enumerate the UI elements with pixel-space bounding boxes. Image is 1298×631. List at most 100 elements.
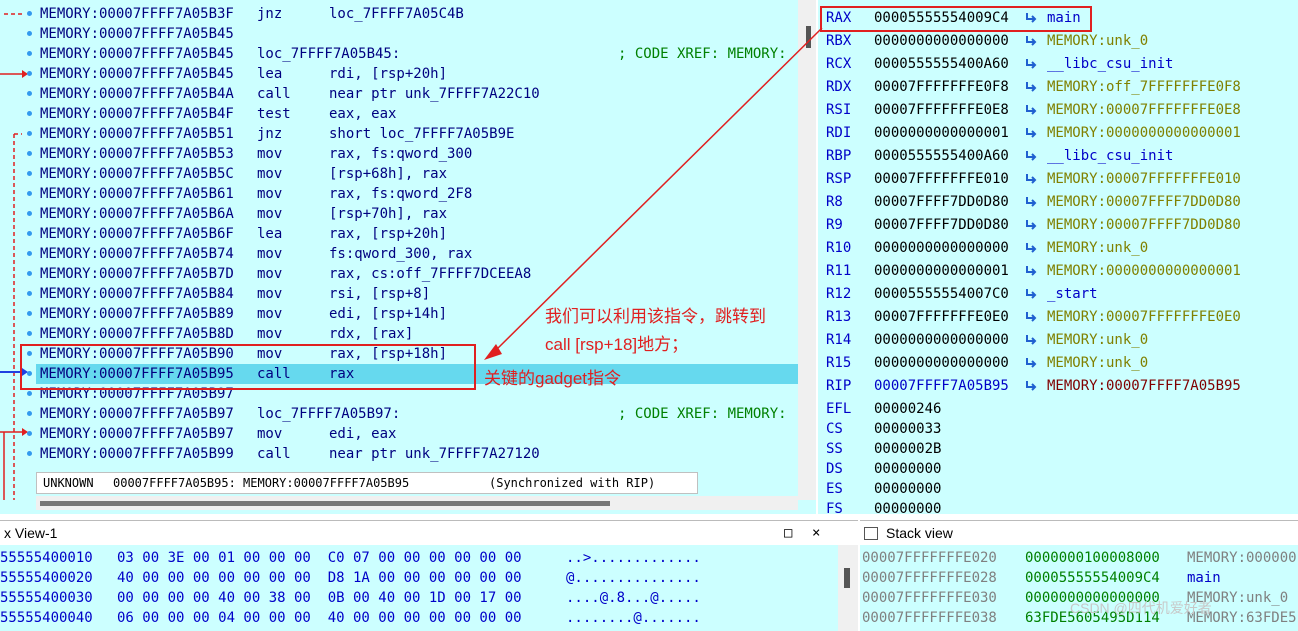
- instruction-operands[interactable]: edi, eax: [329, 424, 396, 444]
- instruction-operands[interactable]: [rsp+68h], rax: [329, 164, 447, 184]
- register-value[interactable]: 00005555554007C0: [874, 283, 1009, 306]
- register-row[interactable]: RSP 00007FFFFFFFE010 MEMORY:00007FFFFFFFE0…: [818, 168, 1298, 191]
- jump-arrow-icon[interactable]: [1025, 219, 1039, 231]
- hex-ascii[interactable]: ........@.......: [566, 608, 701, 628]
- disasm-line[interactable]: MEMORY:00007FFFF7A05B3F jnz loc_7FFFF7A05C…: [36, 4, 798, 24]
- register-reference[interactable]: MEMORY:00007FFFFFFFE0E0: [1047, 306, 1241, 329]
- register-row[interactable]: FS 00000000: [818, 498, 1298, 514]
- register-reference[interactable]: MEMORY:00007FFFFFFFE010: [1047, 168, 1241, 191]
- jump-arrow-icon[interactable]: [1025, 265, 1039, 277]
- disasm-line[interactable]: MEMORY:00007FFFF7A05B97 mov edi, eax: [36, 424, 798, 444]
- breakpoint-dot[interactable]: [27, 11, 32, 16]
- register-value[interactable]: 0000000000000000: [874, 329, 1009, 352]
- breakpoint-dot[interactable]: [27, 171, 32, 176]
- instruction-operands[interactable]: eax, eax: [329, 104, 396, 124]
- stack-list[interactable]: 00007FFFFFFFE020 0000000100008000 MEMORY:0…: [860, 545, 1298, 631]
- jump-arrow-icon[interactable]: [1025, 104, 1039, 116]
- register-row[interactable]: R8 00007FFFF7DD0D80 MEMORY:00007FFFF7DD0D8…: [818, 191, 1298, 214]
- register-row[interactable]: R10 0000000000000000 MEMORY:unk_0: [818, 237, 1298, 260]
- breakpoint-dot[interactable]: [27, 391, 32, 396]
- jump-arrow-icon[interactable]: [1025, 311, 1039, 323]
- register-value[interactable]: 00007FFFFFFFE0F8: [874, 76, 1009, 99]
- breakpoint-dot[interactable]: [27, 151, 32, 156]
- instruction-operands[interactable]: rsi, [rsp+8]: [329, 284, 430, 304]
- jump-arrow-icon[interactable]: [1025, 81, 1039, 93]
- disasm-line[interactable]: MEMORY:00007FFFF7A05B45 loc_7FFFF7A05B45:…: [36, 44, 798, 64]
- register-value[interactable]: 00007FFFF7A05B95: [874, 375, 1009, 398]
- disassembly-view[interactable]: MEMORY:00007FFFF7A05B3F jnz loc_7FFFF7A05C…: [0, 0, 816, 514]
- instruction-operands[interactable]: [rsp+70h], rax: [329, 204, 447, 224]
- disasm-line[interactable]: MEMORY:00007FFFF7A05B97 loc_7FFFF7A05B97:…: [36, 404, 798, 424]
- instruction-operands[interactable]: rdi, [rsp+20h]: [329, 64, 447, 84]
- register-reference[interactable]: MEMORY:unk_0: [1047, 352, 1148, 375]
- disasm-horizontal-scroll-thumb[interactable]: [40, 501, 610, 506]
- close-icon[interactable]: ×: [812, 521, 820, 545]
- jump-arrow-icon[interactable]: [1025, 288, 1039, 300]
- jump-arrow-icon[interactable]: [1025, 380, 1039, 392]
- instruction-operands[interactable]: loc_7FFFF7A05C4B: [329, 4, 464, 24]
- breakpoint-dot[interactable]: [27, 231, 32, 236]
- register-reference[interactable]: __libc_csu_init: [1047, 145, 1173, 168]
- instruction-operands[interactable]: short loc_7FFFF7A05B9E: [329, 124, 514, 144]
- register-row[interactable]: R12 00005555554007C0 _start: [818, 283, 1298, 306]
- register-reference[interactable]: MEMORY:off_7FFFFFFFE0F8: [1047, 76, 1241, 99]
- disasm-line[interactable]: MEMORY:00007FFFF7A05B84 mov rsi, [rsp+8]: [36, 284, 798, 304]
- disasm-line[interactable]: MEMORY:00007FFFF7A05B4A call near ptr unk_…: [36, 84, 798, 104]
- breakpoint-dot[interactable]: [27, 71, 32, 76]
- breakpoint-dot[interactable]: [27, 311, 32, 316]
- register-reference[interactable]: __libc_csu_init: [1047, 53, 1173, 76]
- instruction-operands[interactable]: rax, cs:off_7FFFF7DCEEA8: [329, 264, 531, 284]
- jump-arrow-icon[interactable]: [1025, 173, 1039, 185]
- instruction-operands[interactable]: rdx, [rax]: [329, 324, 413, 344]
- instruction-operands[interactable]: edi, [rsp+14h]: [329, 304, 447, 324]
- register-row[interactable]: RDX 00007FFFFFFFE0F8 MEMORY:off_7FFFFFFFE0…: [818, 76, 1298, 99]
- breakpoint-dot[interactable]: [27, 191, 32, 196]
- breakpoint-dot[interactable]: [27, 271, 32, 276]
- instruction-operands[interactable]: rax, fs:qword_300: [329, 144, 472, 164]
- register-value[interactable]: 0000555555400A60: [874, 53, 1009, 76]
- disasm-line[interactable]: MEMORY:00007FFFF7A05B61 mov rax, fs:qword_…: [36, 184, 798, 204]
- register-reference[interactable]: _start: [1047, 283, 1098, 306]
- disasm-line[interactable]: MEMORY:00007FFFF7A05B53 mov rax, fs:qword_…: [36, 144, 798, 164]
- instruction-operands[interactable]: rax, [rsp+20h]: [329, 224, 447, 244]
- registers-view[interactable]: RAX 00005555554009C4 main RBX 00000000000000…: [818, 0, 1298, 514]
- hex-vertical-scrollbar[interactable]: [838, 545, 858, 631]
- register-row[interactable]: RCX 0000555555400A60 __libc_csu_init: [818, 53, 1298, 76]
- restore-icon[interactable]: □: [784, 521, 792, 545]
- stack-reference[interactable]: MEMORY:000000: [1187, 548, 1297, 568]
- register-value[interactable]: 0000000000000000: [874, 30, 1009, 53]
- stack-reference[interactable]: main: [1187, 568, 1221, 588]
- register-value[interactable]: 0000555555400A60: [874, 145, 1009, 168]
- disasm-vertical-scrollbar[interactable]: [798, 0, 816, 500]
- jump-arrow-icon[interactable]: [1025, 242, 1039, 254]
- hex-ascii[interactable]: @...............: [566, 568, 701, 588]
- hex-ascii[interactable]: ..>.............: [566, 548, 701, 568]
- register-value[interactable]: 00007FFFFFFFE010: [874, 168, 1009, 191]
- register-row[interactable]: RDI 0000000000000001 MEMORY:00000000000000…: [818, 122, 1298, 145]
- register-row[interactable]: R9 00007FFFF7DD0D80 MEMORY:00007FFFF7DD0D8…: [818, 214, 1298, 237]
- disasm-line[interactable]: MEMORY:00007FFFF7A05B7D mov rax, cs:off_7F…: [36, 264, 798, 284]
- hex-bytes[interactable]: 03 00 3E 00 01 00 00 00 C0 07 00 00 00 0…: [117, 548, 522, 568]
- register-value[interactable]: 0000000000000001: [874, 260, 1009, 283]
- disasm-vertical-scroll-thumb[interactable]: [806, 26, 811, 48]
- breakpoint-dot[interactable]: [27, 331, 32, 336]
- disasm-line[interactable]: MEMORY:00007FFFF7A05B45 lea rdi, [rsp+20h]: [36, 64, 798, 84]
- instruction-operands[interactable]: rax, fs:qword_2F8: [329, 184, 472, 204]
- register-row[interactable]: RBP 0000555555400A60 __libc_csu_init: [818, 145, 1298, 168]
- stack-value[interactable]: 0000000100008000: [1025, 548, 1160, 568]
- register-reference[interactable]: MEMORY:00007FFFF7DD0D80: [1047, 214, 1241, 237]
- jump-arrow-icon[interactable]: [1025, 127, 1039, 139]
- jump-arrow-icon[interactable]: [1025, 150, 1039, 162]
- register-value[interactable]: 00007FFFF7DD0D80: [874, 191, 1009, 214]
- breakpoint-dot[interactable]: [27, 131, 32, 136]
- disassembly-listing[interactable]: MEMORY:00007FFFF7A05B3F jnz loc_7FFFF7A05C…: [36, 0, 798, 466]
- hex-bytes[interactable]: 40 00 00 00 00 00 00 00 D8 1A 00 00 00 0…: [117, 568, 522, 588]
- register-reference[interactable]: MEMORY:00007FFFF7DD0D80: [1047, 191, 1241, 214]
- stack-value[interactable]: 00005555554009C4: [1025, 568, 1160, 588]
- disasm-line[interactable]: MEMORY:00007FFFF7A05B5C mov [rsp+68h], rax: [36, 164, 798, 184]
- register-value[interactable]: 00000000: [874, 498, 941, 514]
- breakpoint-dot[interactable]: [27, 91, 32, 96]
- register-reference[interactable]: MEMORY:00007FFFFFFFE0E8: [1047, 99, 1241, 122]
- register-reference[interactable]: MEMORY:0000000000000001: [1047, 260, 1241, 283]
- breakpoint-dot[interactable]: [27, 411, 32, 416]
